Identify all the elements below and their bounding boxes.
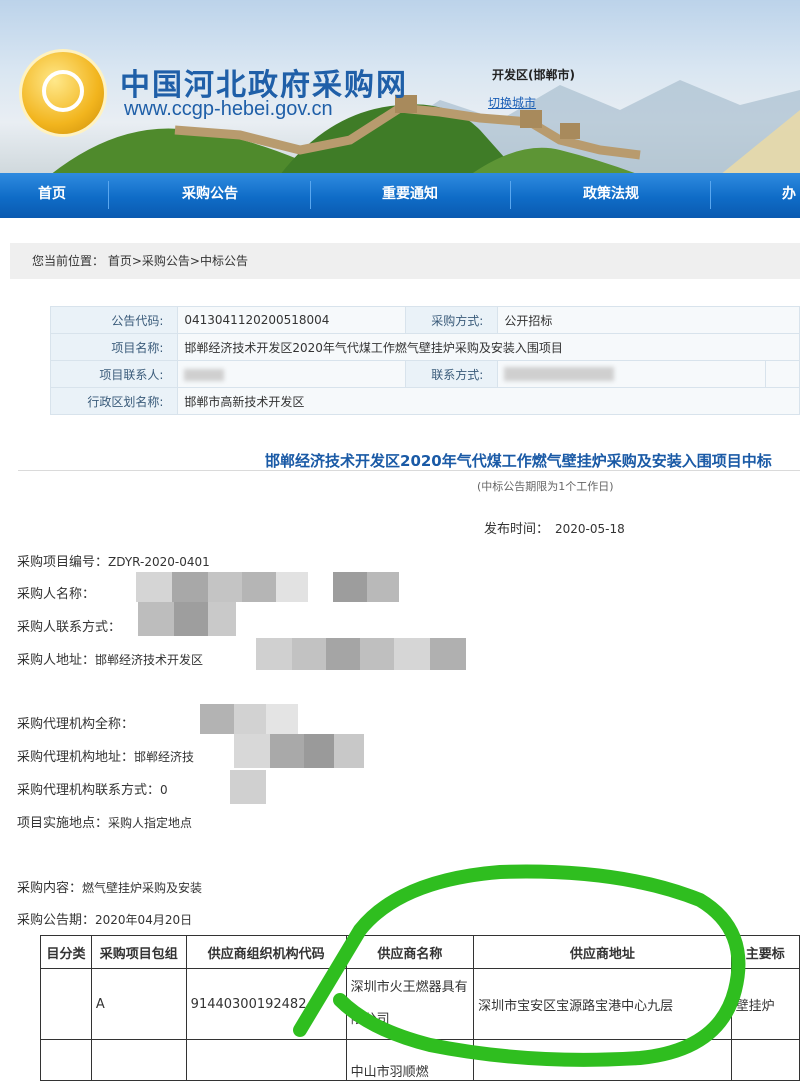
- district-label: 行政区划名称:: [49, 387, 179, 415]
- district-value: 邯郸市高新技术开发区: [177, 387, 800, 415]
- contact-method-label: 联系方式:: [404, 360, 499, 388]
- cell-main-item: 壁挂炉: [730, 968, 800, 1040]
- nav-item-procurement-notices[interactable]: 采购公告: [182, 173, 238, 218]
- buyer-contact-line: 采购人联系方式：: [17, 616, 121, 635]
- content-value: 燃气壁挂炉采购及安装: [82, 881, 203, 895]
- col-header-package: 采购项目包组: [90, 935, 187, 969]
- buyer-name-line: 采购人名称：: [17, 583, 95, 602]
- period-value: 2020年04月20日: [95, 913, 193, 927]
- nav-item-home[interactable]: 首页: [38, 173, 66, 218]
- buyer-name-label: 采购人名称：: [17, 587, 96, 602]
- project-no-label: 采购项目编号：: [17, 555, 109, 570]
- col-header-main-item: 主要标: [730, 935, 800, 969]
- site-url: www.ccgp-hebei.gov.cn: [124, 98, 333, 120]
- period-line: 采购公告期：2020年04月20日: [17, 909, 192, 928]
- agent-name-line: 采购代理机构全称：: [17, 713, 134, 732]
- contact-value-redacted: [177, 360, 406, 388]
- notice-info-table: 公告代码: 0413041120200518004 采购方式: 公开招标 项目名…: [49, 306, 800, 415]
- redaction-mosaic-address: [256, 636, 476, 676]
- period-label: 采购公告期：: [17, 913, 96, 928]
- region-label: 开发区(邯郸市): [492, 68, 575, 82]
- notice-code-label: 公告代码:: [49, 306, 179, 334]
- title-divider: [18, 470, 800, 471]
- site-value: 采购人指定地点: [108, 816, 193, 830]
- project-no-value: ZDYR-2020-0401: [108, 555, 210, 569]
- agent-contact-label: 采购代理机构联系方式：: [17, 783, 161, 798]
- publish-time-value: 2020-05-18: [555, 522, 625, 536]
- site-label: 项目实施地点：: [17, 816, 109, 831]
- col-header-org-code: 供应商组织机构代码: [185, 935, 347, 969]
- agent-name-label: 采购代理机构全称：: [17, 717, 135, 732]
- site-line: 项目实施地点：采购人指定地点: [17, 812, 192, 831]
- publish-time-label: 发布时间：: [484, 522, 550, 537]
- buyer-contact-label: 采购人联系方式：: [17, 620, 122, 635]
- method-value: 公开招标: [497, 306, 800, 334]
- table-header-row: 目分类 采购项目包组 供应商组织机构代码 供应商名称 供应商地址 主要标: [40, 935, 800, 969]
- notice-subtitle: (中标公告期限为1个工作日): [477, 480, 614, 493]
- cell-category: [40, 968, 92, 1040]
- col-header-category: 目分类: [40, 935, 92, 969]
- agent-address-label: 采购代理机构地址：: [17, 750, 135, 765]
- agent-contact-line: 采购代理机构联系方式：0: [17, 779, 168, 798]
- col-header-supplier-address: 供应商地址: [473, 935, 732, 969]
- government-logo: [22, 52, 104, 134]
- cell-package: [90, 1039, 187, 1081]
- cell-supplier-name: 深圳市火王燃器具有限公司: [345, 968, 475, 1040]
- contact-method-value-redacted: [497, 360, 767, 388]
- cell-supplier-name: 中山市羽顺燃: [345, 1039, 475, 1081]
- redaction-mosaic-agent: [160, 702, 380, 812]
- cell-package: A: [90, 968, 187, 1040]
- breadcrumb-path[interactable]: 首页>采购公告>中标公告: [108, 254, 248, 268]
- content-line: 采购内容：燃气壁挂炉采购及安装: [17, 877, 202, 896]
- cell-org-code: [185, 1039, 347, 1081]
- table-row: A 91440300192482 深圳市火王燃器具有限公司 深圳市宝安区宝源路宝…: [40, 968, 800, 1040]
- col-header-supplier-name: 供应商名称: [345, 935, 475, 969]
- cell-supplier-address: 深圳市宝安区宝源路宝港中心九层: [473, 968, 732, 1040]
- nav-item-policies[interactable]: 政策法规: [583, 173, 639, 218]
- cell-org-code: 91440300192482: [185, 968, 347, 1040]
- winning-bidder-table: 目分类 采购项目包组 供应商组织机构代码 供应商名称 供应商地址 主要标 A 9…: [40, 935, 800, 1081]
- method-label: 采购方式:: [404, 306, 499, 334]
- table-row: 中山市羽顺燃: [40, 1039, 800, 1081]
- switch-city-link[interactable]: 切换城市: [488, 94, 536, 111]
- project-no-line: 采购项目编号：ZDYR-2020-0401: [17, 551, 210, 570]
- header-banner: 中国河北政府采购网 www.ccgp-hebei.gov.cn 开发区(邯郸市)…: [0, 0, 800, 175]
- buyer-address-label: 采购人地址：: [17, 653, 96, 668]
- contact-label: 项目联系人:: [49, 360, 179, 388]
- nav-item-more[interactable]: 办: [782, 173, 796, 218]
- nav-item-important-notices[interactable]: 重要通知: [382, 173, 438, 218]
- cell-category: [40, 1039, 92, 1081]
- project-name-label: 项目名称:: [49, 333, 179, 361]
- notice-title: 邯郸经济技术开发区2020年气代煤工作燃气壁挂炉采购及安装入围项目中标: [265, 452, 772, 470]
- main-nav: 首页 采购公告 重要通知 政策法规 办: [0, 173, 800, 218]
- cell-main-item: [730, 1039, 800, 1081]
- content-label: 采购内容：: [17, 881, 83, 896]
- breadcrumb: 您当前位置： 首页>采购公告>中标公告: [10, 243, 800, 279]
- breadcrumb-label: 您当前位置：: [32, 254, 105, 268]
- notice-code-value: 0413041120200518004: [177, 306, 406, 334]
- publish-time: 发布时间： 2020-05-18: [484, 518, 625, 537]
- cell-supplier-address: [473, 1039, 732, 1081]
- project-name-value: 邯郸经济技术开发区2020年气代煤工作燃气壁挂炉采购及安装入围项目: [177, 333, 800, 361]
